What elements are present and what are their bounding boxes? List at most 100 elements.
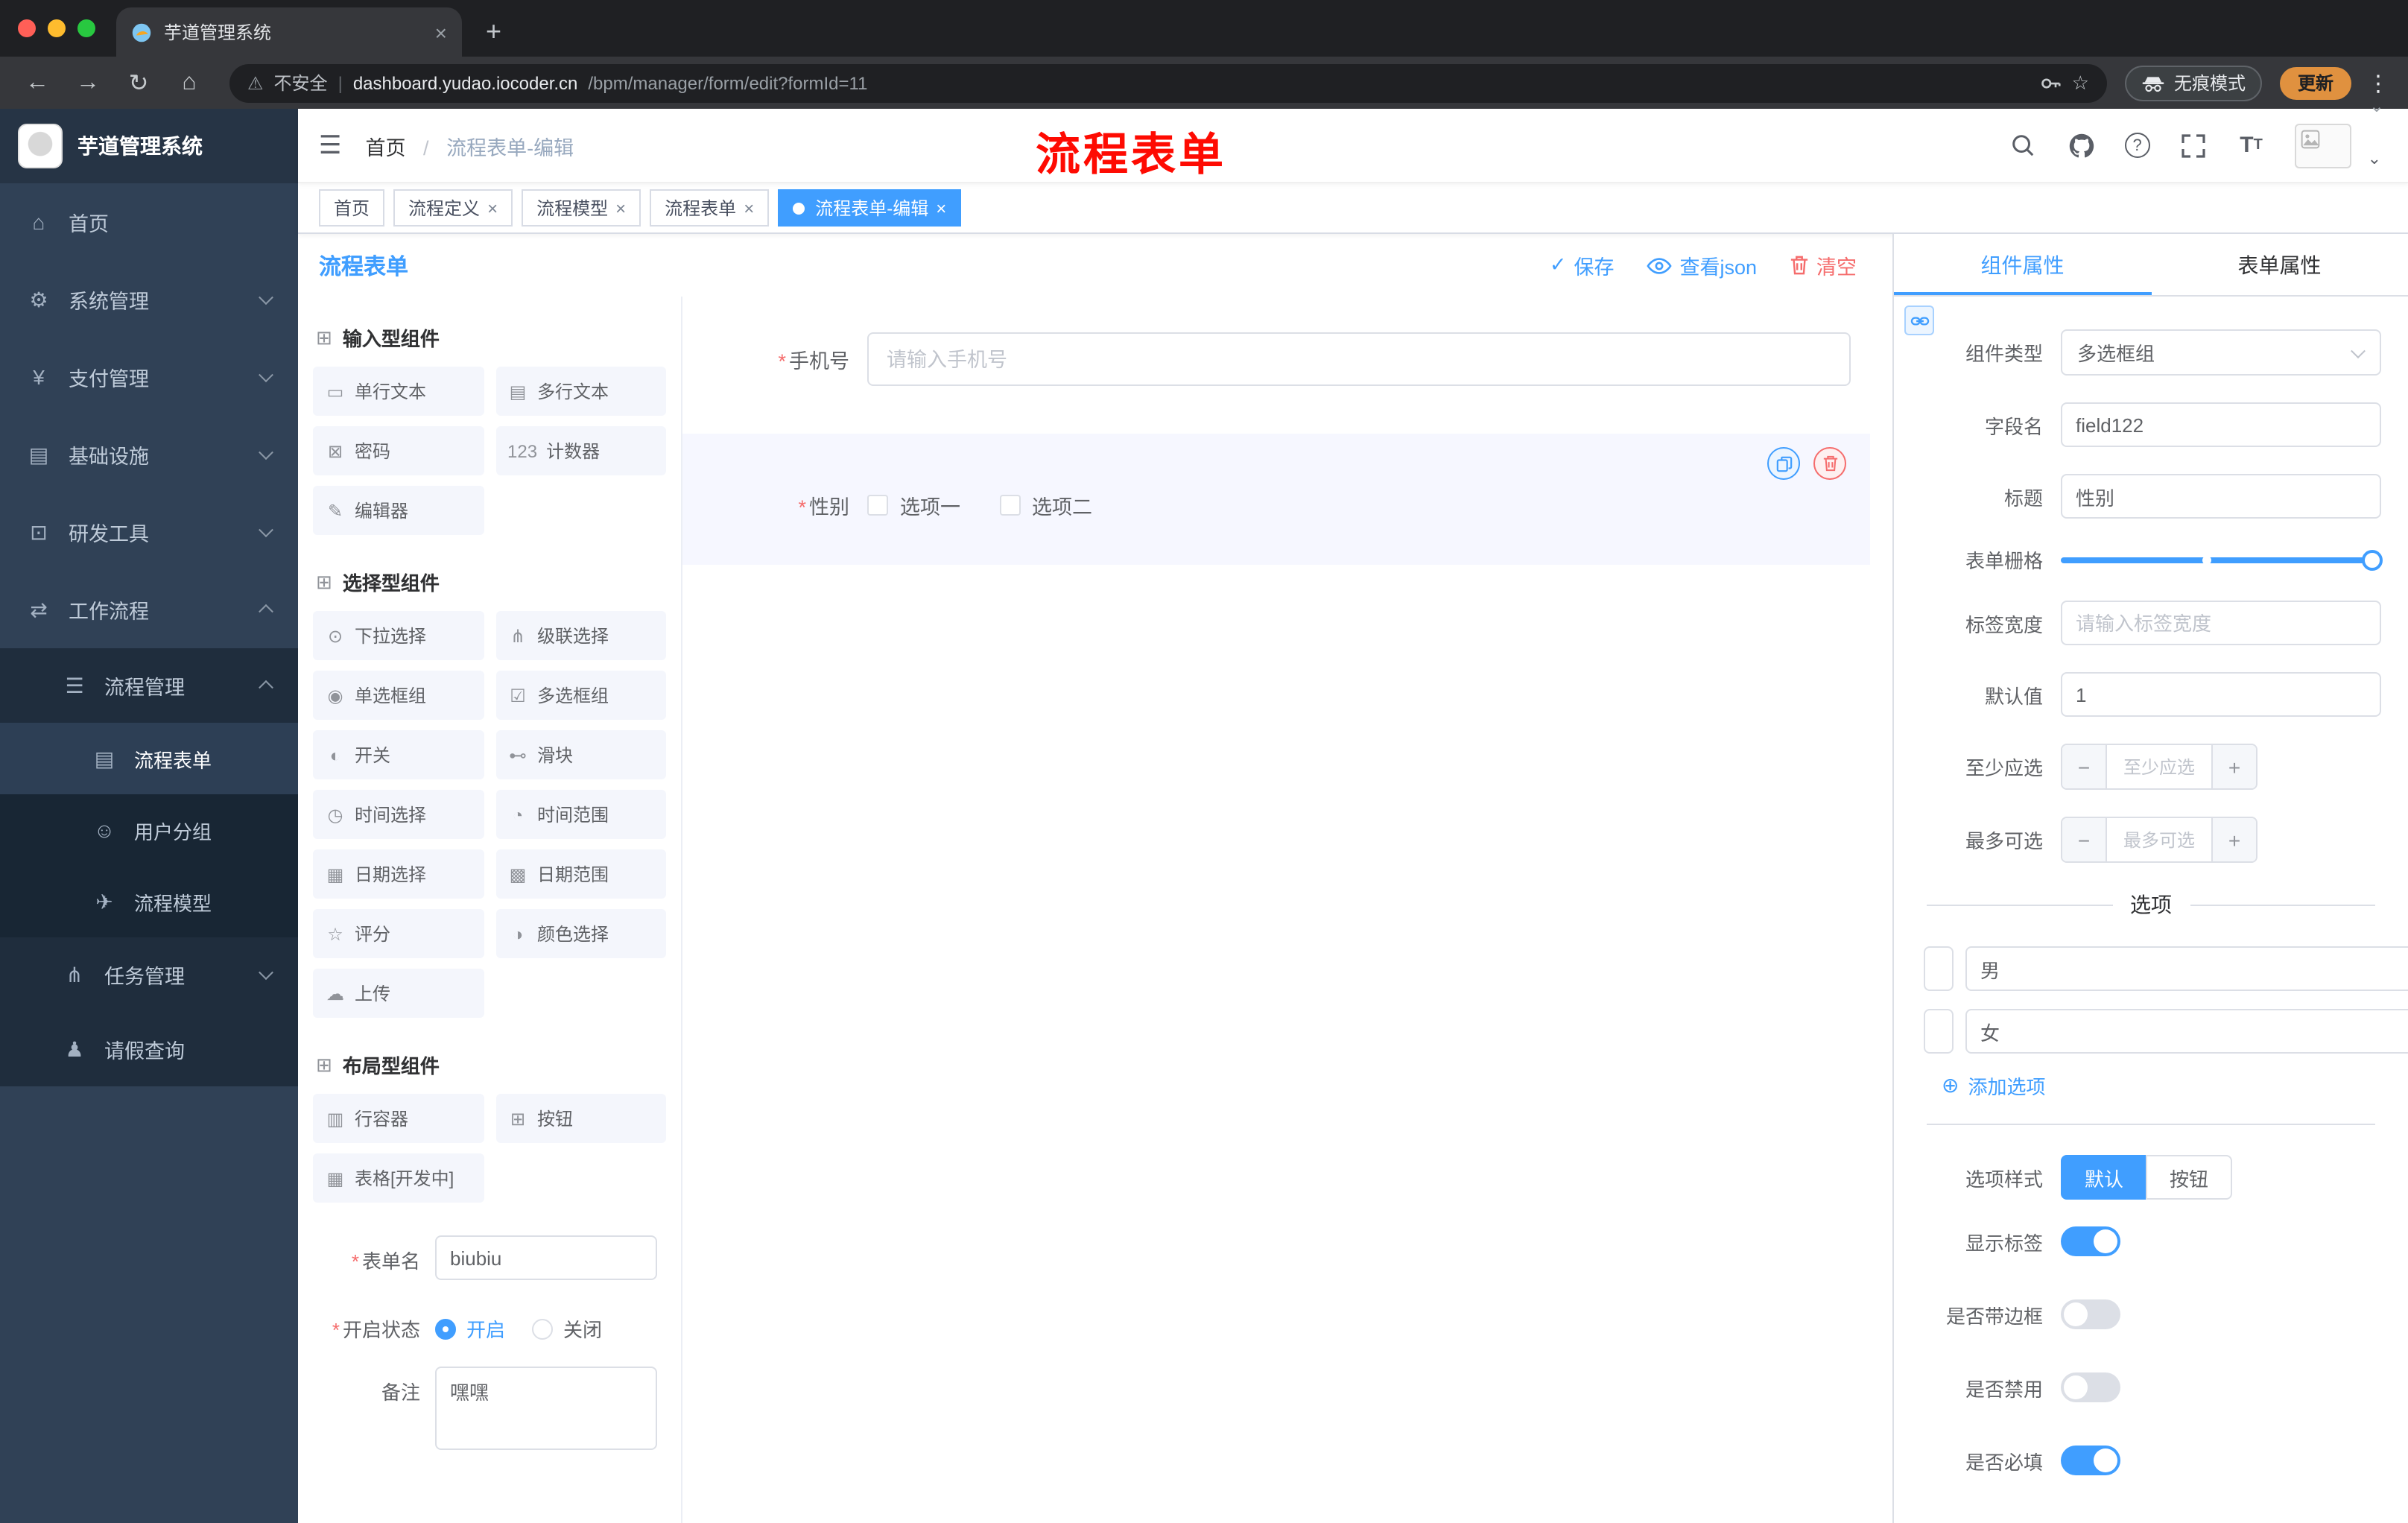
tag-home[interactable]: 首页 <box>319 189 385 227</box>
help-icon[interactable]: ? <box>2124 133 2150 158</box>
avatar-caret-icon[interactable]: ⌄ <box>2368 148 2381 168</box>
tag-process-definition[interactable]: 流程定义 × <box>393 189 513 227</box>
sidebar-item-process-form[interactable]: ▤ 流程表单 <box>0 723 298 794</box>
option-value-input[interactable] <box>1965 1009 2408 1054</box>
required-toggle[interactable] <box>2061 1446 2120 1475</box>
link-icon[interactable] <box>1904 305 1934 335</box>
reload-icon[interactable]: ↻ <box>116 62 161 104</box>
component-chip[interactable]: ☑ 多选框组 <box>495 671 666 720</box>
component-chip[interactable]: ☆ 评分 <box>313 909 484 958</box>
form-name-input[interactable] <box>435 1235 657 1280</box>
component-chip[interactable]: ⊙ 下拉选择 <box>313 611 484 660</box>
window-close-button[interactable] <box>18 19 36 37</box>
home-icon[interactable]: ⌂ <box>167 62 212 104</box>
browser-menu-icon[interactable]: ⋮ <box>2363 69 2393 96</box>
search-icon[interactable] <box>2009 130 2038 160</box>
style-button-button[interactable]: 按钮 <box>2146 1155 2233 1200</box>
form-remark-textarea[interactable]: 嘿嘿 <box>435 1367 657 1450</box>
delete-field-button[interactable] <box>1813 447 1846 480</box>
plus-button[interactable]: + <box>2211 818 2256 861</box>
phone-input[interactable] <box>867 332 1851 386</box>
gender-field-selected[interactable]: * 性别 选项一 选项二 <box>682 434 1870 565</box>
address-bar[interactable]: ⚠ 不安全 | dashboard.yudao.iocoder.cn/bpm/m… <box>229 63 2107 102</box>
component-chip[interactable]: ◷ 时间选择 <box>313 790 484 839</box>
component-chip[interactable]: ⋔ 级联选择 <box>495 611 666 660</box>
component-chip[interactable]: ◉ 单选框组 <box>313 671 484 720</box>
tag-process-model[interactable]: 流程模型 × <box>522 189 641 227</box>
save-button[interactable]: ✓ 保存 <box>1550 250 1615 280</box>
status-off-radio[interactable]: 关闭 <box>532 1314 602 1343</box>
plus-button[interactable]: + <box>2211 745 2256 788</box>
label-width-input[interactable] <box>2061 601 2381 645</box>
component-chip[interactable]: ▤ 多行文本 <box>495 367 666 416</box>
min-select-value[interactable]: 至少应选 <box>2107 745 2211 788</box>
status-on-radio[interactable]: 开启 <box>435 1314 505 1343</box>
add-option-button[interactable]: ⊕ 添加选项 <box>1894 1071 2408 1100</box>
component-chip[interactable]: ▦ 表格[开发中] <box>313 1153 484 1203</box>
back-icon[interactable]: ← <box>15 62 60 104</box>
tag-process-form[interactable]: 流程表单 × <box>650 189 770 227</box>
component-chip[interactable]: ▦ 日期选择 <box>313 849 484 899</box>
component-chip[interactable]: ☁ 上传 <box>313 969 484 1018</box>
component-chip[interactable]: ✎ 编辑器 <box>313 486 484 535</box>
tab-close-icon[interactable]: × <box>435 20 447 44</box>
component-chip[interactable]: ▩ 日期范围 <box>495 849 666 899</box>
sidebar-item-workflow[interactable]: ⇄ 工作流程 <box>0 571 298 648</box>
window-minimize-button[interactable] <box>48 19 66 37</box>
phone-field[interactable]: * 手机号 <box>682 332 1892 386</box>
sidebar-item-user-group[interactable]: ☺ 用户分组 <box>0 794 298 866</box>
github-icon[interactable] <box>2067 130 2097 160</box>
sidebar-item-home[interactable]: ⌂ 首页 <box>0 183 298 261</box>
close-icon[interactable]: × <box>615 197 626 218</box>
view-json-button[interactable]: 查看json <box>1647 250 1757 280</box>
bookmark-star-icon[interactable]: ☆ <box>2072 71 2089 95</box>
browser-update-button[interactable]: 更新 <box>2279 66 2351 99</box>
sidebar-item-system[interactable]: ⚙ 系统管理 <box>0 261 298 338</box>
sidebar-item-devtools[interactable]: ⊡ 研发工具 <box>0 493 298 571</box>
new-tab-button[interactable]: + <box>486 16 501 48</box>
tag-process-form-edit[interactable]: 流程表单-编辑 × <box>778 189 962 227</box>
sidebar-item-payment[interactable]: ¥ 支付管理 <box>0 338 298 416</box>
option-one-checkbox[interactable]: 选项一 <box>867 490 960 520</box>
sidebar-item-process-model[interactable]: ✈ 流程模型 <box>0 866 298 937</box>
style-default-button[interactable]: 默认 <box>2061 1155 2148 1200</box>
component-chip[interactable]: ◔ 时间范围 <box>495 790 666 839</box>
title-input[interactable] <box>2061 474 2381 519</box>
copy-field-button[interactable] <box>1767 447 1800 480</box>
component-type-select[interactable]: 多选框组 <box>2061 329 2381 376</box>
component-chip[interactable]: ◐ 开关 <box>313 730 484 779</box>
component-chip[interactable]: ⊠ 密码 <box>313 426 484 475</box>
close-icon[interactable]: × <box>744 197 754 218</box>
avatar[interactable] <box>2294 123 2351 168</box>
minus-button[interactable]: − <box>2062 745 2107 788</box>
sidebar-item-task-management[interactable]: ⋔ 任务管理 <box>0 937 298 1012</box>
option-value-input[interactable] <box>1965 946 2408 991</box>
border-toggle[interactable] <box>2061 1299 2120 1329</box>
browser-tab[interactable]: 芋道管理系统 × <box>116 7 462 57</box>
component-chip[interactable]: 123 计数器 <box>495 426 666 475</box>
close-icon[interactable]: × <box>487 197 498 218</box>
option-label-input[interactable] <box>1924 946 1954 991</box>
slider-handle[interactable] <box>2362 549 2383 570</box>
sidebar-item-process-management[interactable]: ☰ 流程管理 <box>0 648 298 723</box>
component-chip[interactable]: ▭ 单行文本 <box>313 367 484 416</box>
show-label-toggle[interactable] <box>2061 1226 2120 1256</box>
chevron-down-icon[interactable]: ⌄ <box>2369 95 2384 116</box>
forward-icon[interactable]: → <box>66 62 110 104</box>
font-size-icon[interactable]: TT <box>2237 130 2266 160</box>
clear-button[interactable]: 清空 <box>1790 250 1857 280</box>
component-chip[interactable]: ◑ 颜色选择 <box>495 909 666 958</box>
option-label-input[interactable] <box>1924 1009 1954 1054</box>
field-name-input[interactable] <box>2061 402 2381 447</box>
disabled-toggle[interactable] <box>2061 1372 2120 1402</box>
security-label[interactable]: 不安全 <box>274 70 328 95</box>
fullscreen-icon[interactable] <box>2179 130 2208 160</box>
tab-component-props[interactable]: 组件属性 <box>1894 234 2151 295</box>
default-value-input[interactable] <box>2061 672 2381 717</box>
component-chip[interactable]: ⊷ 滑块 <box>495 730 666 779</box>
password-key-icon[interactable] <box>2041 72 2062 93</box>
sidebar-item-infrastructure[interactable]: ▤ 基础设施 <box>0 416 298 493</box>
tab-form-props[interactable]: 表单属性 <box>2151 234 2408 295</box>
sidebar-item-leave-query[interactable]: ♟ 请假查询 <box>0 1012 298 1086</box>
component-chip[interactable]: ▥ 行容器 <box>313 1094 484 1143</box>
